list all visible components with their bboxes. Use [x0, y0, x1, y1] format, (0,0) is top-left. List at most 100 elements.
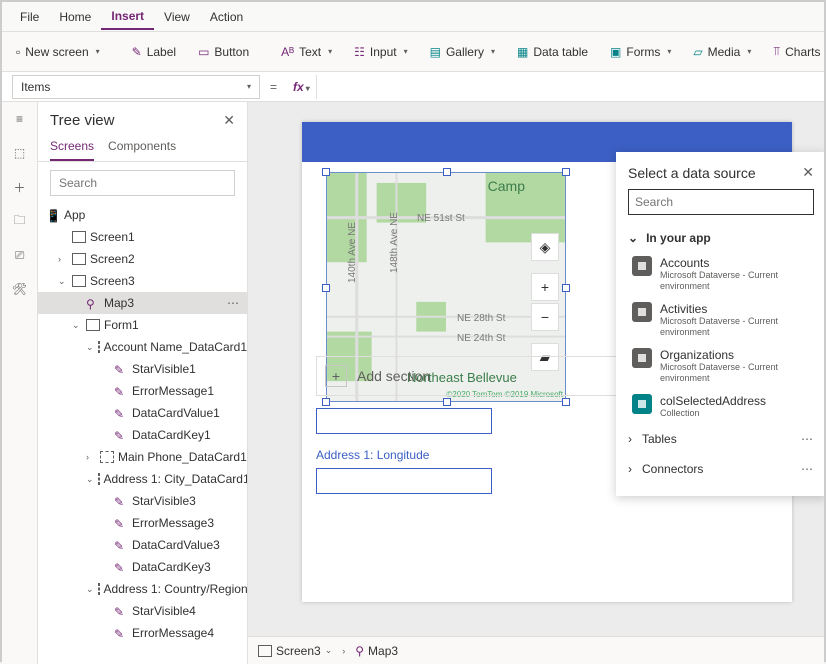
text-button[interactable]: AᴮText▾	[275, 41, 338, 63]
connectors-expander[interactable]: ›Connectors ⋯	[628, 454, 814, 484]
in-your-app-label: In your app	[646, 231, 711, 245]
menu-file[interactable]: File	[10, 5, 49, 29]
tree-row[interactable]: ✎DataCardKey3	[38, 556, 247, 578]
gallery-icon: ▤	[430, 45, 441, 59]
close-icon[interactable]: ✕	[223, 112, 235, 129]
chevron-down-icon: ⌄	[628, 231, 638, 245]
tree-view-icon[interactable]: ≡	[11, 110, 29, 128]
in-your-app-section[interactable]: ⌄ In your app	[628, 225, 814, 251]
chevron-right-icon: ›	[628, 462, 632, 476]
datasource-item[interactable]: AccountsMicrosoft Dataverse - Current en…	[628, 251, 814, 297]
map-ave-148: 148th Ave NE	[389, 212, 400, 273]
insert-rail-icon[interactable]: ＋	[11, 178, 29, 196]
button-button[interactable]: ▭ Button	[192, 41, 255, 63]
text-icon: Aᴮ	[281, 45, 294, 59]
datasource-item[interactable]: OrganizationsMicrosoft Dataverse - Curre…	[628, 343, 814, 389]
menu-home[interactable]: Home	[49, 5, 101, 29]
tree-row[interactable]: ✎DataCardValue3	[38, 534, 247, 556]
data-icon[interactable]: 🗀	[11, 212, 29, 230]
media-button[interactable]: ▱Media▾	[687, 41, 757, 63]
tree-row[interactable]: ✎ErrorMessage1	[38, 380, 247, 402]
tree-row[interactable]: ⌄Form1	[38, 314, 247, 336]
button-text: Button	[214, 45, 249, 59]
tree-row[interactable]: ⌄Address 1: City_DataCard1	[38, 468, 247, 490]
datasource-popup: Select a data source ✕ ⌄ In your app Acc…	[616, 152, 824, 496]
gallery-button[interactable]: ▤Gallery▾	[424, 41, 501, 63]
formula-bar: Items ▾ = fx▾	[2, 72, 824, 102]
formula-input[interactable]	[316, 75, 824, 99]
map-orient-button[interactable]: ◈	[531, 233, 559, 261]
popup-close-icon[interactable]: ✕	[802, 164, 814, 181]
input-label: Input	[370, 45, 397, 59]
property-label: Items	[21, 80, 50, 94]
chevron-right-icon: ›	[628, 432, 632, 446]
more-icon[interactable]: ⋯	[801, 462, 814, 476]
map-zoom-out-button[interactable]: −	[531, 303, 559, 331]
label-text: Label	[147, 45, 176, 59]
add-section-label: Add section	[357, 368, 430, 384]
tree-row[interactable]: ✎StarVisible4	[38, 600, 247, 622]
left-rail: ≡ ⬚ ＋ 🗀 ⎚ 🛠	[2, 102, 38, 664]
tree-row-app[interactable]: 📱 App	[38, 204, 247, 226]
tab-screens[interactable]: Screens	[50, 139, 94, 161]
charts-button[interactable]: ⫪Charts▾	[767, 40, 826, 63]
menubar: FileHomeInsertViewAction	[2, 2, 824, 32]
datatable-button[interactable]: ▦Data table	[511, 41, 594, 63]
tree-row[interactable]: ✎StarVisible3	[38, 490, 247, 512]
tree-row[interactable]: ✎ErrorMessage4	[38, 622, 247, 644]
menu-action[interactable]: Action	[200, 5, 253, 29]
tables-expander[interactable]: ›Tables ⋯	[628, 424, 814, 454]
input-icon: ☷	[354, 45, 365, 59]
media-rail-icon[interactable]: ⎚	[11, 246, 29, 264]
datasource-item[interactable]: colSelectedAddressCollection	[628, 389, 814, 424]
more-icon[interactable]: ⋯	[801, 432, 814, 446]
app-icon: 📱	[46, 209, 60, 221]
property-selector[interactable]: Items ▾	[12, 75, 260, 99]
map-street-24: NE 24th St	[457, 333, 505, 344]
button-icon: ▭	[198, 45, 209, 59]
tree-row[interactable]: ✎DataCardValue1	[38, 402, 247, 424]
label-icon: ✎	[132, 45, 142, 59]
cube-icon[interactable]: ⬚	[11, 144, 29, 162]
tree-label: App	[64, 208, 85, 222]
tree-row[interactable]: ✎DataCardKey1	[38, 424, 247, 446]
tree-row[interactable]: ⚲Map3⋯	[38, 292, 247, 314]
input-button[interactable]: ☷Input▾	[348, 41, 413, 63]
forms-label: Forms	[626, 45, 660, 59]
longitude-input[interactable]	[316, 468, 492, 494]
label-button[interactable]: ✎ Label	[126, 41, 182, 63]
datasource-icon	[632, 256, 652, 276]
map-street-51: NE 51st St	[417, 213, 465, 224]
tab-components[interactable]: Components	[108, 139, 176, 161]
breadcrumb-map[interactable]: ⚲Map3	[355, 644, 398, 658]
screen-icon	[258, 645, 272, 657]
datasource-icon	[632, 394, 652, 414]
breadcrumb-screen[interactable]: Screen3⌄	[258, 644, 332, 658]
tree-body: 📱 App Screen1›Screen2⌄Screen3⚲Map3⋯⌄Form…	[38, 204, 247, 664]
map-zoom-in-button[interactable]: +	[531, 273, 559, 301]
tree-row[interactable]: ✎StarVisible1	[38, 358, 247, 380]
tree-row[interactable]: ›Screen2	[38, 248, 247, 270]
tools-icon[interactable]: 🛠	[11, 280, 29, 298]
menu-view[interactable]: View	[154, 5, 200, 29]
tree-search-input[interactable]	[50, 170, 235, 196]
tree-row[interactable]: ›Main Phone_DataCard1	[38, 446, 247, 468]
tree-row[interactable]: ⌄Account Name_DataCard1	[38, 336, 247, 358]
tree-row[interactable]: Screen1	[38, 226, 247, 248]
popup-title: Select a data source	[628, 165, 756, 181]
fx-label: fx▾	[287, 80, 316, 94]
forms-button[interactable]: ▣Forms▾	[604, 41, 677, 63]
datasource-search-input[interactable]	[628, 189, 814, 215]
ribbon: ▫ New screen▾ ✎ Label ▭ Button AᴮText▾ ☷ In…	[2, 32, 824, 72]
field-stub-1[interactable]	[316, 408, 492, 434]
tree-row[interactable]: ⌄Address 1: Country/Region_DataCard	[38, 578, 247, 600]
datasource-item[interactable]: ActivitiesMicrosoft Dataverse - Current …	[628, 297, 814, 343]
menu-insert[interactable]: Insert	[101, 4, 154, 30]
map-street-28: NE 28th St	[457, 313, 505, 324]
tree-row[interactable]: ⌄Screen3	[38, 270, 247, 292]
new-screen-label: New screen	[25, 45, 88, 59]
map-text-camp: Camp	[488, 178, 525, 194]
tree-row[interactable]: ✎ErrorMessage3	[38, 512, 247, 534]
new-screen-button[interactable]: ▫ New screen▾	[10, 41, 106, 63]
map-ave-140: 140th Ave NE	[347, 222, 358, 283]
